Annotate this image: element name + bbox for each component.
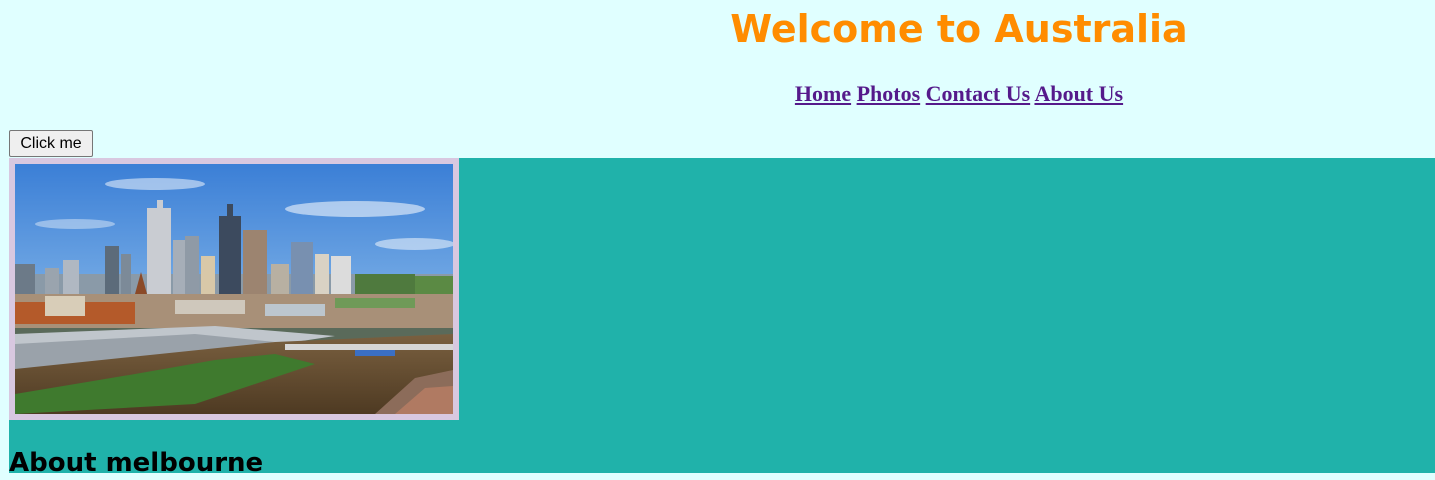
nav-link-contact-us[interactable]: Contact Us xyxy=(926,81,1031,106)
main-nav: Home Photos Contact Us About Us xyxy=(0,80,1435,108)
click-me-button[interactable]: Click me xyxy=(9,130,93,157)
photo-frame xyxy=(9,158,459,420)
nav-link-about-us[interactable]: About Us xyxy=(1034,81,1123,106)
page-title: Welcome to Australia xyxy=(730,7,1188,51)
nav-link-photos[interactable]: Photos xyxy=(857,81,921,106)
main-content: About melbourne xyxy=(9,158,1435,478)
nav-link-home[interactable]: Home xyxy=(795,81,851,106)
section-heading: About melbourne xyxy=(9,448,264,478)
page-header: Welcome to Australia Home Photos Contact… xyxy=(0,0,1435,130)
melbourne-skyline-image xyxy=(15,164,453,414)
